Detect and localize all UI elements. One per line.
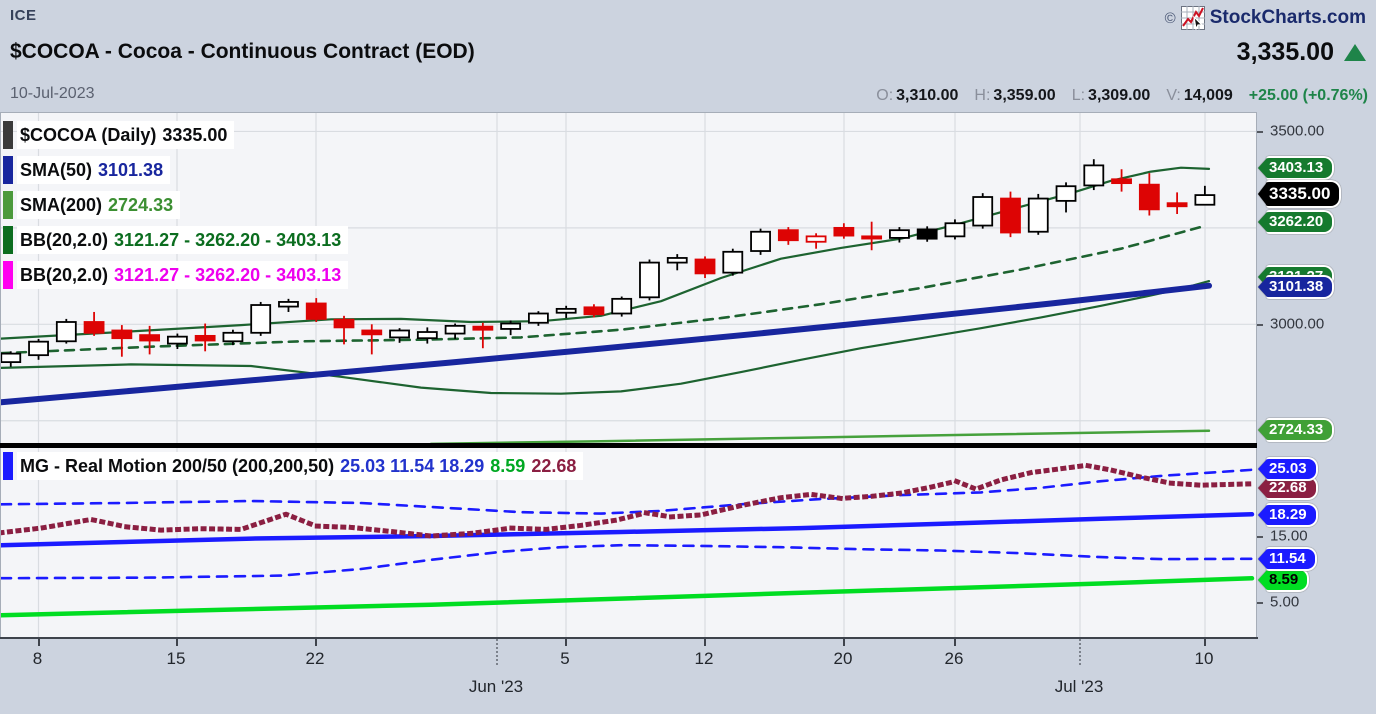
x-axis-tick xyxy=(843,639,845,646)
x-axis-day-label: 10 xyxy=(1195,649,1214,669)
price-tag: 8.59 xyxy=(1258,568,1309,592)
y-axis-label: 3000.00 xyxy=(1270,316,1324,333)
legend-value: 3101.38 xyxy=(98,160,163,181)
legend-label: SMA(50) xyxy=(20,160,92,181)
stockcharts-logo[interactable]: © StockCharts.com xyxy=(1165,6,1366,30)
x-axis-day-label: 12 xyxy=(695,649,714,669)
x-axis-line xyxy=(0,637,1258,639)
price-tag: 3335.00 xyxy=(1258,180,1341,208)
legend-swatch xyxy=(3,261,13,289)
price-tag: 18.29 xyxy=(1258,503,1318,527)
legend-row: BB(20,2.0) 3121.27 - 3262.20 - 3403.13 xyxy=(3,261,348,289)
legend-value: 2724.33 xyxy=(108,195,173,216)
legend-label: BB(20,2.0) xyxy=(20,265,108,286)
low-value: 3,309.00 xyxy=(1088,87,1150,104)
y-axis-label: 3500.00 xyxy=(1270,122,1324,139)
chart-logo-icon xyxy=(1181,6,1205,30)
legend-value: 8.59 xyxy=(490,456,525,477)
ohlcv-row: O:3,310.00 H:3,359.00 L:3,309.00 V:14,00… xyxy=(876,87,1368,105)
x-axis-tick xyxy=(704,639,706,646)
open-value: 3,310.00 xyxy=(896,87,958,104)
legend-value: 22.68 xyxy=(531,456,576,477)
y-axis-label: 15.00 xyxy=(1270,528,1308,545)
y-axis-tick xyxy=(1257,536,1263,538)
y-axis-label: 5.00 xyxy=(1270,594,1299,611)
high-value: 3,359.00 xyxy=(993,87,1055,104)
price-tag: 3262.20 xyxy=(1258,210,1334,234)
x-axis-day-label: 22 xyxy=(306,649,325,669)
last-price-value: 3,335.00 xyxy=(1237,38,1334,67)
volume-value: 14,009 xyxy=(1184,87,1233,104)
x-axis-tick xyxy=(38,639,40,646)
x-axis-tick xyxy=(565,639,567,646)
chart-date: 10-Jul-2023 xyxy=(10,85,95,103)
x-axis-tick xyxy=(315,639,317,646)
up-triangle-icon xyxy=(1344,44,1366,61)
last-price: 3,335.00 xyxy=(1237,38,1366,67)
x-axis-day-label: 8 xyxy=(33,649,42,669)
legend-row: SMA(200) 2724.33 xyxy=(3,191,180,219)
legend-row: $COCOA (Daily) 3335.00 xyxy=(3,121,234,149)
price-tag: 25.03 xyxy=(1258,457,1318,481)
legend-label: BB(20,2.0) xyxy=(20,230,108,251)
x-axis-day-label: 15 xyxy=(167,649,186,669)
page-title: $COCOA - Cocoa - Continuous Contract (EO… xyxy=(10,40,475,64)
copyright-symbol: © xyxy=(1165,10,1176,27)
x-axis-month-label: Jun '23 xyxy=(469,677,523,697)
x-axis-tick xyxy=(176,639,178,646)
legend-value: 3121.27 - 3262.20 - 3403.13 xyxy=(114,230,341,251)
legend-swatch xyxy=(3,452,13,480)
legend-value: 25.03 11.54 18.29 xyxy=(340,456,484,477)
price-tag: 2724.33 xyxy=(1258,418,1334,442)
x-axis-day-label: 5 xyxy=(560,649,569,669)
x-axis: 8 15 22 5 12 20 26 10 Jun '23 Jul '23 xyxy=(0,637,1376,714)
y-axis-tick xyxy=(1257,324,1263,326)
lower-panel-legend: MG - Real Motion 200/50 (200,200,50) 25.… xyxy=(3,452,583,480)
price-tag: 3101.38 xyxy=(1258,275,1334,299)
price-tag: 3403.13 xyxy=(1258,156,1334,180)
legend-label: SMA(200) xyxy=(20,195,102,216)
x-axis-tick xyxy=(954,639,956,646)
legend-label: $COCOA (Daily) xyxy=(20,125,156,146)
legend-label: MG - Real Motion 200/50 (200,200,50) xyxy=(20,456,334,477)
legend-value: 3121.27 - 3262.20 - 3403.13 xyxy=(114,265,341,286)
price-tag: 11.54 xyxy=(1258,547,1317,571)
legend-swatch xyxy=(3,156,13,184)
legend-swatch xyxy=(3,226,13,254)
x-axis-month-label: Jul '23 xyxy=(1055,677,1104,697)
brand-name: StockCharts.com xyxy=(1210,7,1366,29)
exchange-label: ICE xyxy=(10,7,37,24)
legend-row: BB(20,2.0) 3121.27 - 3262.20 - 3403.13 xyxy=(3,226,348,254)
x-axis-tick xyxy=(1204,639,1206,646)
month-separator xyxy=(496,639,498,665)
y-axis-tick xyxy=(1257,131,1263,133)
x-axis-day-label: 20 xyxy=(834,649,853,669)
month-separator xyxy=(1079,639,1081,665)
legend-swatch xyxy=(3,121,13,149)
y-axis-tick xyxy=(1257,602,1263,604)
legend-value: 3335.00 xyxy=(162,125,227,146)
legend-swatch xyxy=(3,191,13,219)
legend-row: SMA(50) 3101.38 xyxy=(3,156,170,184)
change-value: +25.00 (+0.76%) xyxy=(1249,87,1368,105)
chart-window: ICE $COCOA - Cocoa - Continuous Contract… xyxy=(0,0,1376,714)
x-axis-day-label: 26 xyxy=(945,649,964,669)
